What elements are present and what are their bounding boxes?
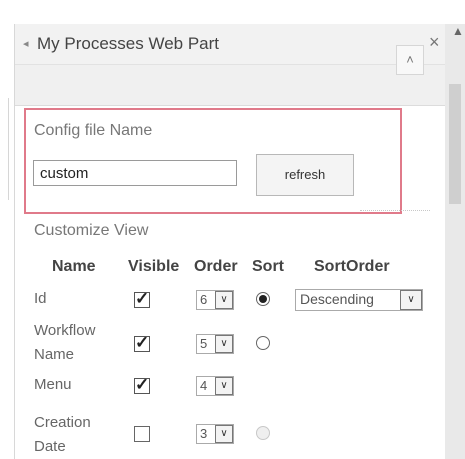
visible-checkbox-id[interactable]: ✓ bbox=[134, 289, 150, 308]
pane-title: My Processes Web Part bbox=[37, 34, 220, 53]
order-select-workflow[interactable]: 5 ∨ bbox=[196, 334, 234, 354]
column-header-sort: Sort bbox=[252, 258, 284, 275]
column-header-name: Name bbox=[52, 258, 96, 275]
refresh-button[interactable]: refresh bbox=[256, 154, 354, 196]
column-header-sortorder: SortOrder bbox=[314, 258, 390, 275]
collapse-up-button[interactable]: ˄ bbox=[396, 45, 424, 75]
visible-checkbox-workflow[interactable]: ✓ bbox=[134, 333, 150, 352]
chevron-down-icon: ∨ bbox=[215, 377, 233, 395]
order-value: 3 bbox=[200, 426, 208, 441]
scroll-up-icon[interactable]: ▲ bbox=[452, 24, 464, 38]
column-header-visible: Visible bbox=[128, 258, 180, 275]
visible-checkbox-creation[interactable] bbox=[134, 426, 150, 442]
row-label-creation-2: Date bbox=[34, 438, 66, 455]
order-value: 6 bbox=[200, 292, 208, 307]
row-label-creation: Creation bbox=[34, 414, 91, 431]
visible-checkbox-menu[interactable]: ✓ bbox=[134, 375, 150, 394]
config-file-input[interactable] bbox=[33, 160, 237, 186]
chevron-down-icon: ∨ bbox=[215, 425, 233, 443]
order-select-id[interactable]: 6 ∨ bbox=[196, 290, 234, 310]
chevron-down-icon: ∨ bbox=[400, 290, 422, 310]
sortorder-value: Descending bbox=[300, 291, 374, 307]
chevron-down-icon: ∨ bbox=[215, 291, 233, 309]
dotted-separator bbox=[360, 210, 430, 211]
pane-header: ◂ My Processes Web Part × bbox=[15, 24, 456, 65]
order-select-menu[interactable]: 4 ∨ bbox=[196, 376, 234, 396]
sort-radio-creation[interactable] bbox=[256, 426, 270, 440]
sort-radio-workflow[interactable] bbox=[256, 336, 270, 350]
row-label-id: Id bbox=[34, 290, 47, 307]
order-select-creation[interactable]: 3 ∨ bbox=[196, 424, 234, 444]
row-label-workflow-2: Name bbox=[34, 346, 75, 363]
tool-pane: ◂ My Processes Web Part × bbox=[14, 24, 456, 459]
sort-radio-id[interactable] bbox=[256, 292, 270, 306]
scrollbar-thumb[interactable] bbox=[449, 84, 461, 204]
column-header-order: Order bbox=[194, 258, 238, 275]
left-divider bbox=[8, 98, 9, 200]
chevron-down-icon: ∨ bbox=[215, 335, 233, 353]
sortorder-select-id[interactable]: Descending ∨ bbox=[295, 289, 423, 311]
row-label-menu: Menu bbox=[34, 376, 72, 393]
config-file-label: Config file Name bbox=[34, 122, 153, 139]
order-value: 4 bbox=[200, 378, 208, 393]
pane-toolbar bbox=[15, 65, 456, 106]
order-value: 5 bbox=[200, 336, 208, 351]
collapse-arrow-icon[interactable]: ◂ bbox=[23, 37, 29, 50]
close-icon[interactable]: × bbox=[429, 32, 440, 53]
customize-view-label: Customize View bbox=[34, 222, 149, 239]
row-label-workflow: Workflow bbox=[34, 322, 96, 339]
